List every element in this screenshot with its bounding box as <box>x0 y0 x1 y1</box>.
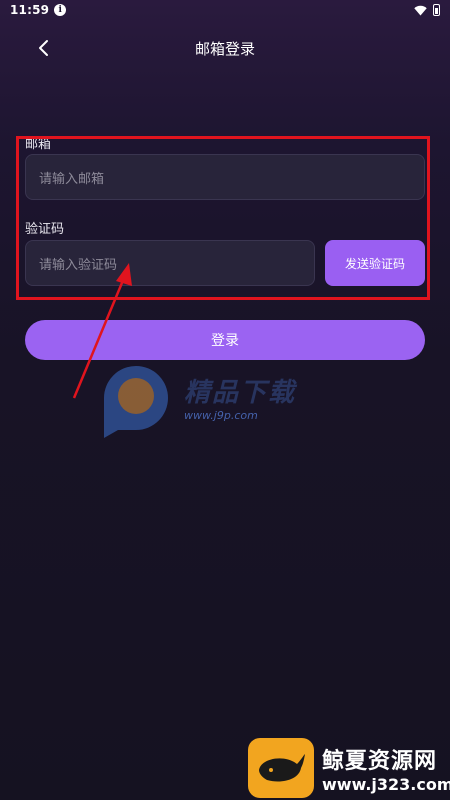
brand-text: 鲸夏资源网 www.j323.com <box>322 743 450 794</box>
chevron-left-icon <box>39 40 48 56</box>
code-input[interactable]: 请输入验证码 <box>25 240 315 286</box>
code-placeholder: 请输入验证码 <box>39 257 118 273</box>
center-watermark: 精品下载 www.j9p.com <box>96 358 296 438</box>
watermark-text: 精品下载 www.j9p.com <box>184 372 296 422</box>
login-button[interactable]: 登录 <box>25 320 425 360</box>
back-button[interactable] <box>30 34 58 62</box>
status-time: 11:59 <box>10 3 50 17</box>
brand-url: www.j323.com <box>322 774 450 794</box>
email-input[interactable]: 请输入邮箱 <box>25 154 425 200</box>
email-label: 邮箱 <box>25 137 52 152</box>
status-icons <box>414 4 440 16</box>
whale-logo-icon <box>248 738 314 798</box>
brand-name: 鲸夏资源网 <box>322 748 438 774</box>
watermark-name: 精品下载 <box>184 378 297 408</box>
battery-icon <box>433 4 440 16</box>
code-label: 验证码 <box>25 222 65 237</box>
status-bar: 11:59 i <box>0 0 450 20</box>
send-code-button[interactable]: 发送验证码 <box>325 240 425 286</box>
watermark-logo-icon <box>96 358 174 438</box>
brand-watermark: 鲸夏资源网 www.j323.com <box>248 738 450 798</box>
email-placeholder: 请输入邮箱 <box>39 171 105 187</box>
page-title: 邮箱登录 <box>194 39 255 58</box>
nav-bar: 邮箱登录 <box>0 28 450 68</box>
info-icon: i <box>54 4 67 16</box>
wifi-icon <box>414 5 427 15</box>
watermark-url: www.j9p.com <box>184 409 258 422</box>
